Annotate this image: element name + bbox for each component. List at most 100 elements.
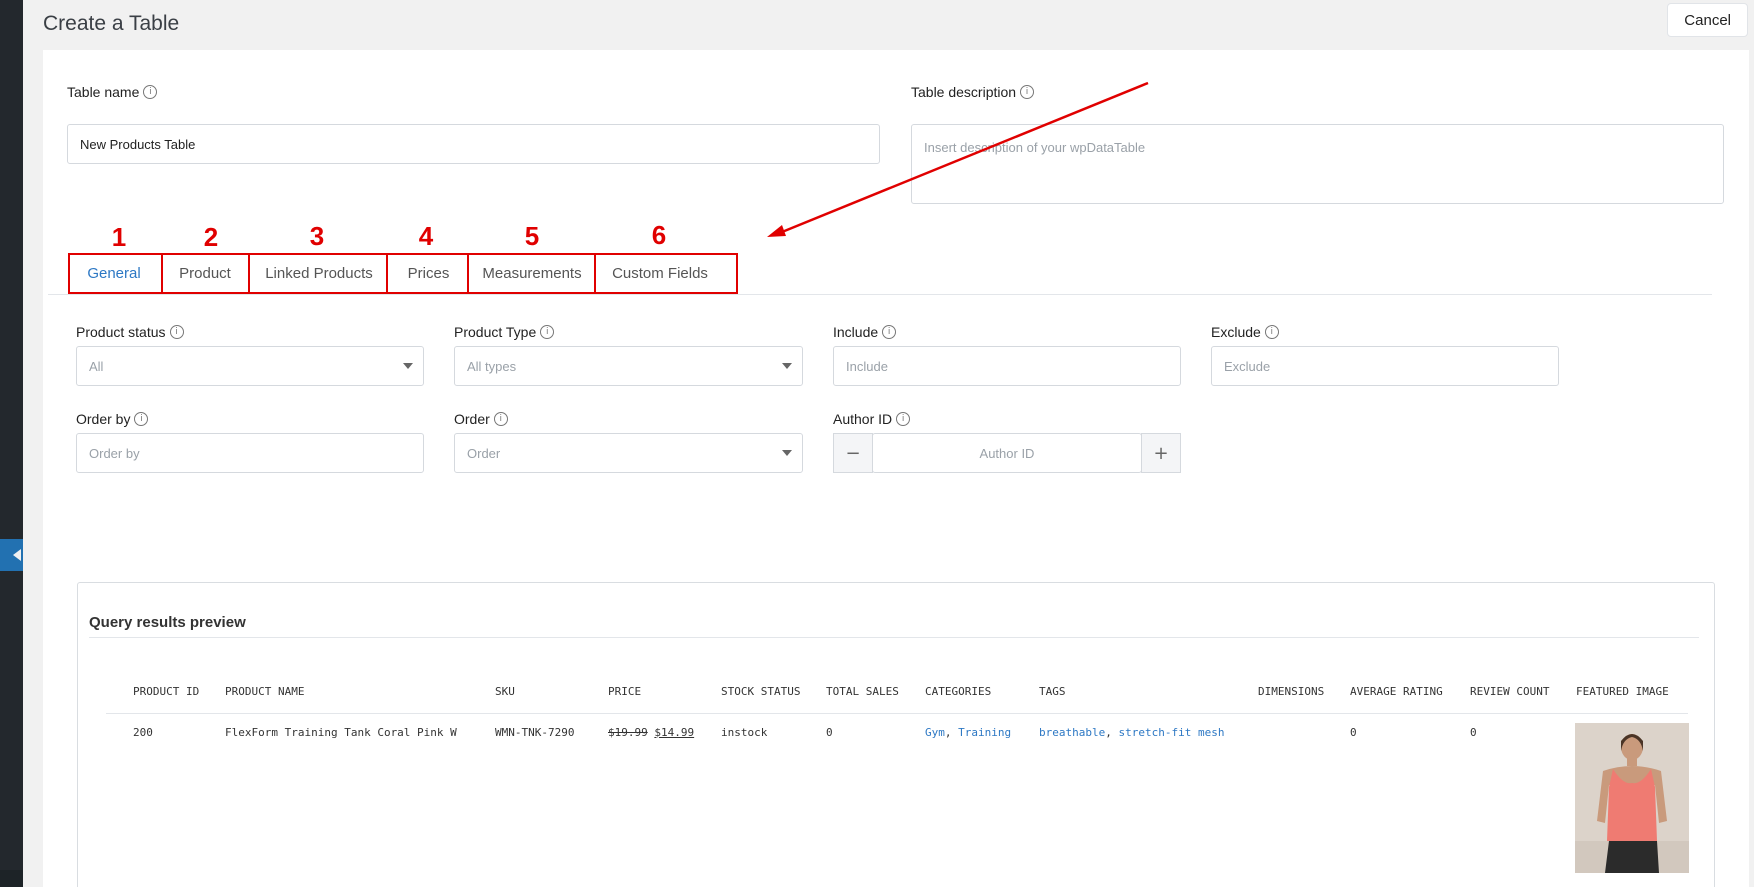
author-id-decrement-button[interactable]: − bbox=[833, 433, 873, 473]
annotation-box-3 bbox=[248, 253, 388, 294]
column-header-tags[interactable]: TAGS bbox=[1039, 685, 1066, 698]
column-header-average-rating[interactable]: AVERAGE RATING bbox=[1350, 685, 1443, 698]
order-select[interactable]: Order bbox=[454, 433, 803, 473]
info-icon[interactable]: i bbox=[169, 325, 184, 339]
table-name-input[interactable]: New Products Table bbox=[67, 124, 880, 164]
page-title: Create a Table bbox=[43, 12, 180, 35]
order-label-text: Order bbox=[454, 411, 490, 427]
column-header-featured-image[interactable]: FEATURED IMAGE bbox=[1576, 685, 1669, 698]
cell-categories: Gym, Training bbox=[925, 726, 1012, 739]
include-placeholder: Include bbox=[846, 358, 888, 374]
author-id-input[interactable]: Author ID bbox=[872, 433, 1142, 473]
info-icon[interactable]: i bbox=[1020, 85, 1035, 99]
exclude-label: Exclude i bbox=[1211, 324, 1279, 340]
table-name-value: New Products Table bbox=[80, 136, 196, 152]
author-id-placeholder: Author ID bbox=[979, 445, 1035, 461]
exclude-placeholder: Exclude bbox=[1224, 358, 1271, 374]
order-label: Order i bbox=[454, 411, 508, 427]
column-header-stock-status[interactable]: STOCK STATUS bbox=[721, 685, 800, 698]
query-results-preview: Query results preview PRODUCT ID PRODUCT… bbox=[77, 582, 1715, 887]
preview-title: Query results preview bbox=[89, 614, 246, 631]
cell-price: $19.99 $14.99 bbox=[608, 726, 694, 739]
product-type-label-text: Product Type bbox=[454, 324, 537, 340]
exclude-label-text: Exclude bbox=[1211, 324, 1261, 340]
order-by-label-text: Order by bbox=[76, 411, 131, 427]
product-status-select[interactable]: All bbox=[76, 346, 424, 386]
product-type-value: All types bbox=[467, 358, 517, 374]
column-header-review-count[interactable]: REVIEW COUNT bbox=[1470, 685, 1549, 698]
order-by-label: Order by i bbox=[76, 411, 149, 427]
include-input[interactable]: Include bbox=[833, 346, 1181, 386]
info-icon[interactable]: i bbox=[882, 325, 897, 339]
annotation-number-3: 3 bbox=[309, 221, 325, 251]
info-icon[interactable]: i bbox=[1264, 325, 1279, 339]
table-description-textarea[interactable]: Insert description of your wpDataTable bbox=[911, 124, 1724, 204]
product-status-label: Product status i bbox=[76, 324, 184, 340]
product-photo-icon bbox=[1575, 723, 1689, 873]
annotation-box-5 bbox=[467, 253, 596, 294]
order-value: Order bbox=[467, 445, 501, 461]
info-icon[interactable]: i bbox=[540, 325, 555, 339]
annotation-box-6 bbox=[594, 253, 738, 294]
category-link[interactable]: Training bbox=[958, 726, 1011, 739]
product-status-value: All bbox=[89, 358, 104, 374]
table-description-placeholder: Insert description of your wpDataTable bbox=[924, 140, 1146, 155]
column-header-price[interactable]: PRICE bbox=[608, 685, 641, 698]
include-label: Include i bbox=[833, 324, 897, 340]
chevron-down-icon bbox=[403, 363, 413, 369]
column-header-categories[interactable]: CATEGORIES bbox=[925, 685, 991, 698]
cell-stock-status: instock bbox=[721, 726, 768, 739]
cancel-button[interactable]: Cancel bbox=[1667, 3, 1748, 37]
category-link[interactable]: Gym bbox=[925, 726, 945, 739]
admin-sidebar-edge bbox=[0, 0, 23, 887]
annotation-box-1 bbox=[68, 253, 163, 294]
regular-price: $19.99 bbox=[608, 726, 648, 739]
chevron-down-icon bbox=[782, 450, 792, 456]
exclude-input[interactable]: Exclude bbox=[1211, 346, 1559, 386]
preview-divider bbox=[89, 637, 1699, 638]
annotation-box-4 bbox=[386, 253, 469, 294]
author-id-label-text: Author ID bbox=[833, 411, 893, 427]
author-id-label: Author ID i bbox=[833, 411, 911, 427]
cell-total-sales: 0 bbox=[826, 726, 833, 739]
info-icon[interactable]: i bbox=[143, 85, 158, 99]
sidebar-bottom bbox=[0, 870, 23, 887]
tag-link[interactable]: breathable bbox=[1039, 726, 1105, 739]
cell-review-count: 0 bbox=[1470, 726, 1477, 739]
chevron-down-icon bbox=[782, 363, 792, 369]
product-status-label-text: Product status bbox=[76, 324, 166, 340]
annotation-number-1: 1 bbox=[111, 222, 127, 252]
column-header-dimensions[interactable]: DIMENSIONS bbox=[1258, 685, 1324, 698]
cell-product-name: FlexForm Training Tank Coral Pink W bbox=[225, 726, 457, 739]
column-header-product-id[interactable]: PRODUCT ID bbox=[133, 685, 199, 698]
product-type-select[interactable]: All types bbox=[454, 346, 803, 386]
info-icon[interactable]: i bbox=[896, 412, 911, 426]
info-icon[interactable]: i bbox=[134, 412, 149, 426]
cell-average-rating: 0 bbox=[1350, 726, 1357, 739]
cell-sku: WMN-TNK-7290 bbox=[495, 726, 575, 739]
cell-product-id: 200 bbox=[133, 726, 153, 739]
sidebar-current-indicator bbox=[0, 539, 23, 571]
annotation-number-2: 2 bbox=[203, 222, 219, 252]
table-name-label: Table name i bbox=[67, 84, 158, 100]
info-icon[interactable]: i bbox=[493, 412, 508, 426]
sale-price: $14.99 bbox=[654, 726, 695, 739]
table-name-label-text: Table name bbox=[67, 84, 140, 100]
order-by-input[interactable]: Order by bbox=[76, 433, 424, 473]
cell-tags: breathable, stretch-fit mesh bbox=[1039, 726, 1225, 739]
column-header-sku[interactable]: SKU bbox=[495, 685, 515, 698]
include-label-text: Include bbox=[833, 324, 879, 340]
order-by-placeholder: Order by bbox=[89, 445, 140, 461]
annotation-number-5: 5 bbox=[524, 221, 540, 251]
column-header-total-sales[interactable]: TOTAL SALES bbox=[826, 685, 899, 698]
table-header-divider bbox=[106, 713, 1688, 714]
author-id-increment-button[interactable]: + bbox=[1141, 433, 1181, 473]
annotation-box-2 bbox=[161, 253, 250, 294]
column-header-product-name[interactable]: PRODUCT NAME bbox=[225, 685, 304, 698]
tag-link[interactable]: stretch-fit mesh bbox=[1118, 726, 1224, 739]
annotation-number-6: 6 bbox=[651, 220, 667, 250]
annotation-number-4: 4 bbox=[418, 221, 434, 251]
table-description-label-text: Table description bbox=[911, 84, 1017, 100]
table-description-label: Table description i bbox=[911, 84, 1035, 100]
featured-image[interactable] bbox=[1575, 723, 1689, 873]
